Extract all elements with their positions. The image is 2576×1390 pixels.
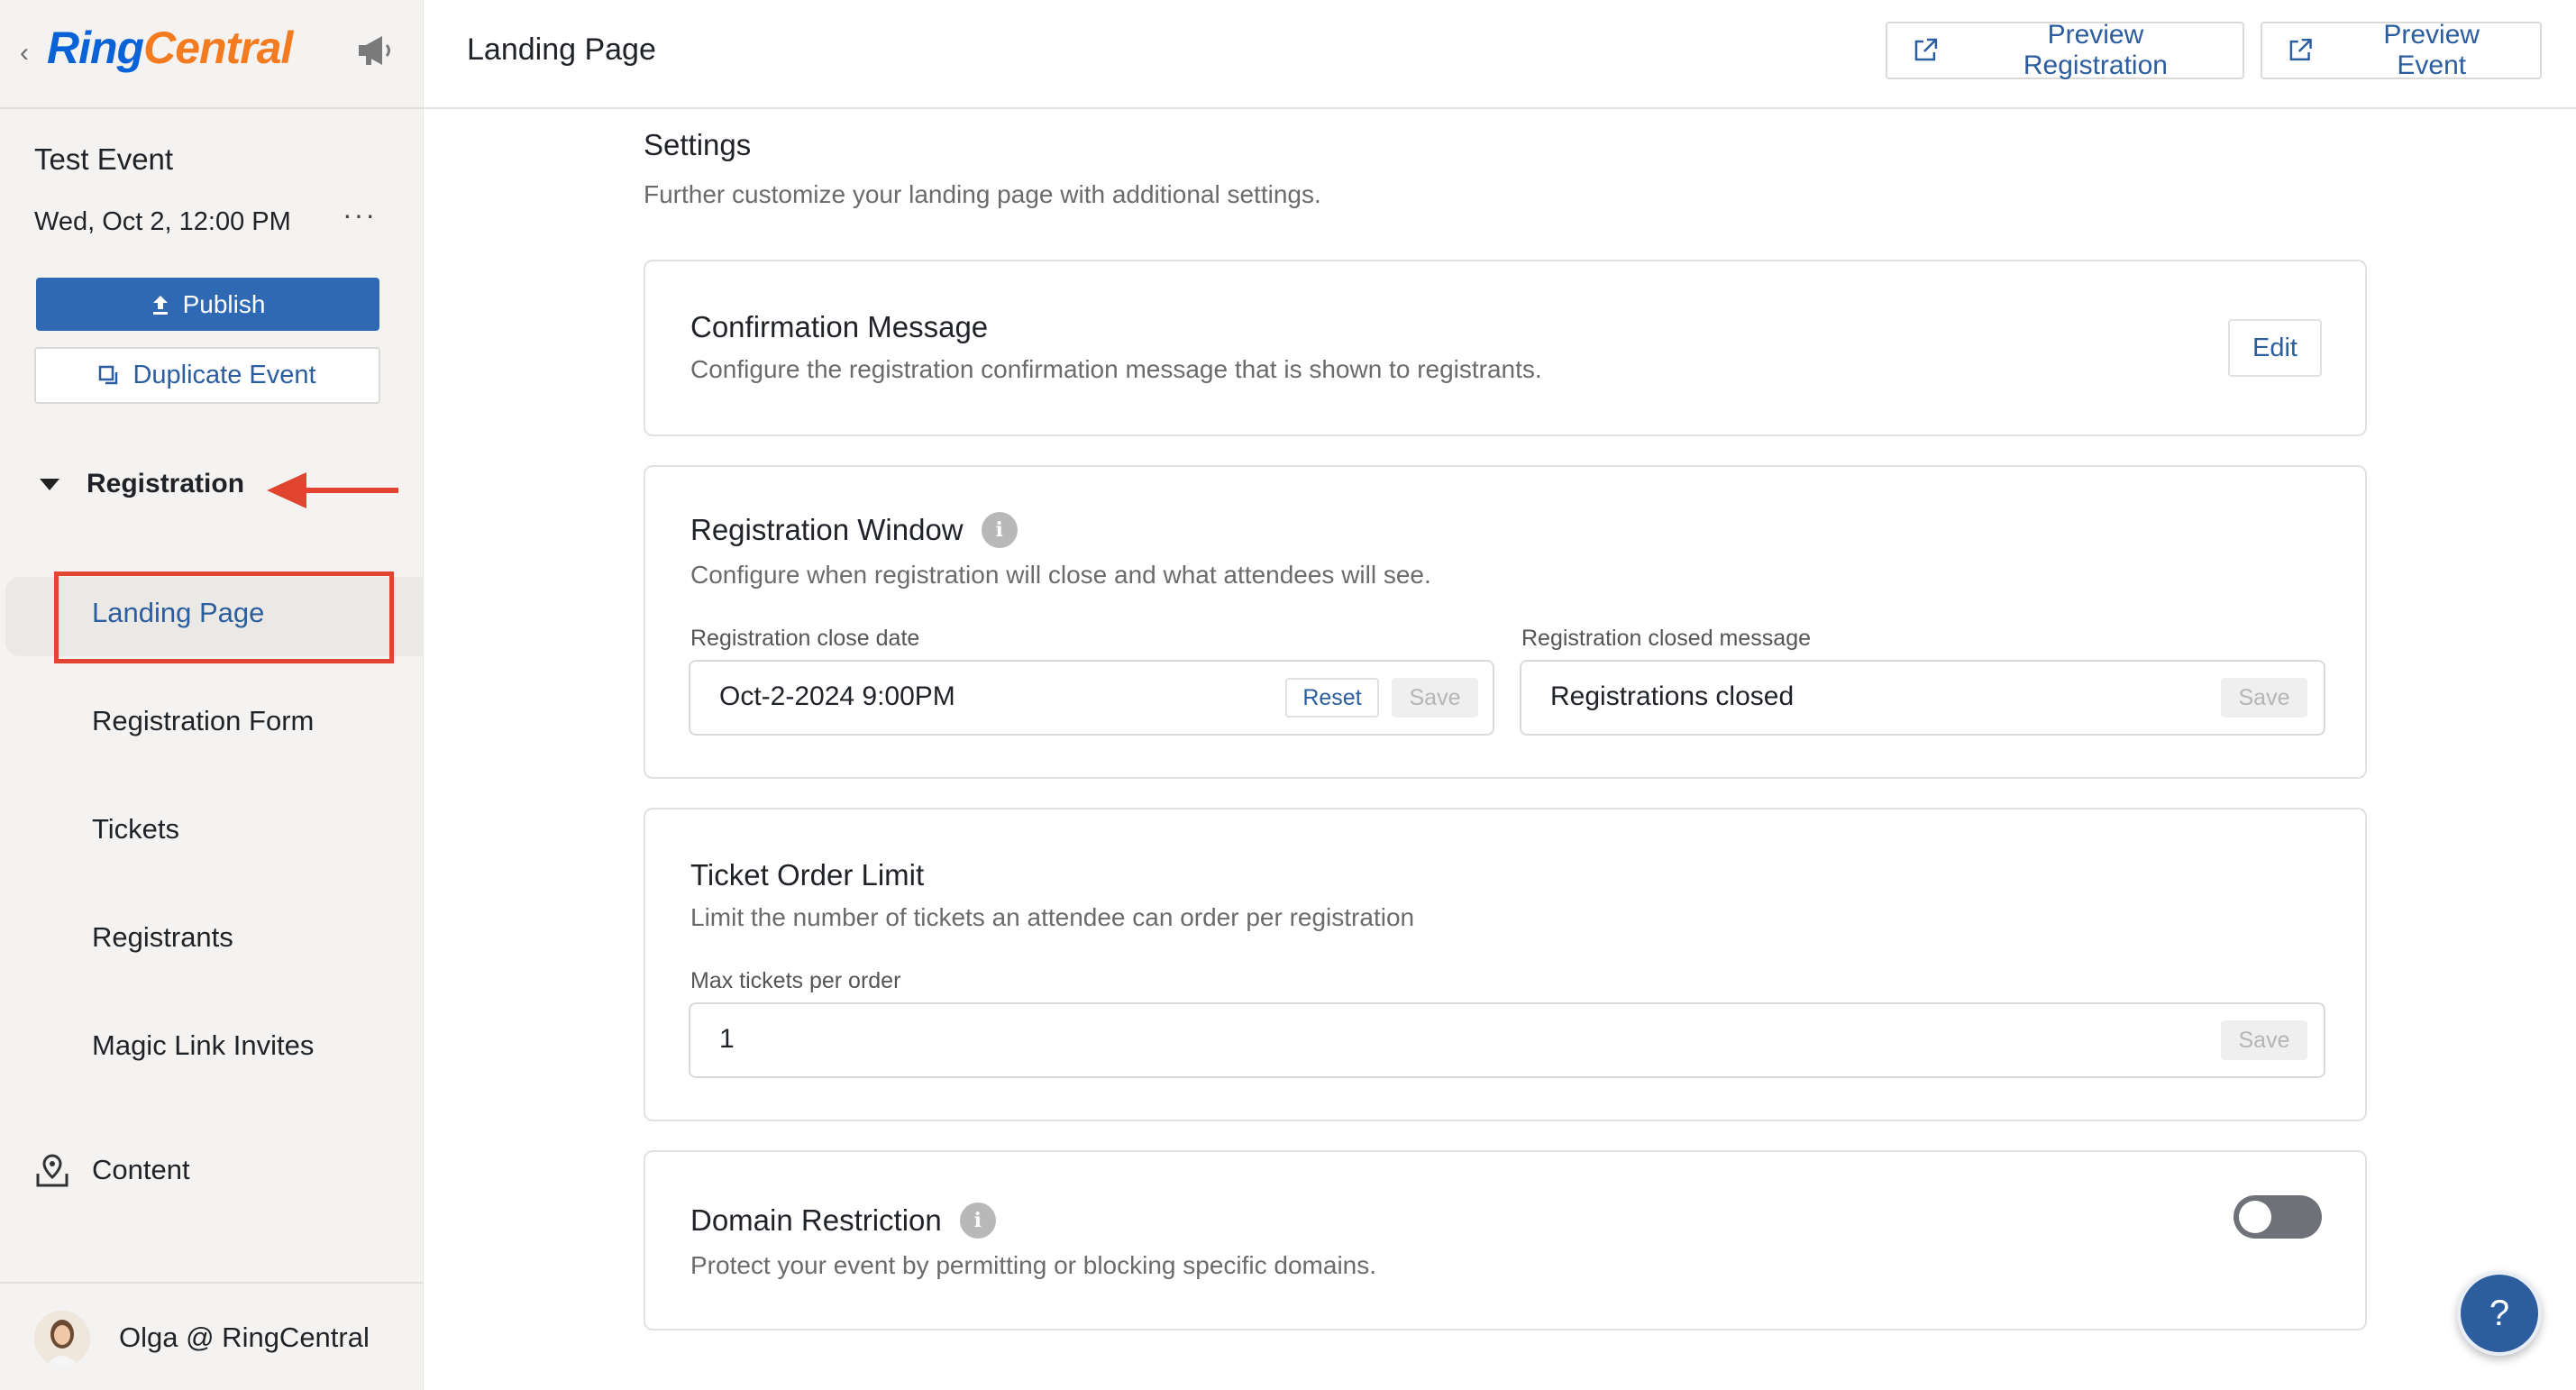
edit-button[interactable]: Edit <box>2228 319 2322 377</box>
card-title: Confirmation Message <box>690 310 989 343</box>
copy-icon <box>99 365 118 384</box>
duplicate-event-button[interactable]: Duplicate Event <box>34 347 380 404</box>
closed-message-label: Registration closed message <box>1521 626 1811 651</box>
map-pin-icon[interactable] <box>34 1152 70 1188</box>
sidebar-item-content[interactable]: Content <box>92 1154 190 1186</box>
settings-heading: Settings <box>644 128 752 161</box>
sidebar-item-landing-page[interactable]: Landing Page <box>92 597 264 629</box>
preview-event-button[interactable]: Preview Event <box>2261 20 2542 80</box>
sidebar-header: ‹ RingCentral <box>0 0 424 109</box>
info-icon[interactable]: i <box>981 512 1018 548</box>
more-options-icon[interactable]: ··· <box>343 198 377 232</box>
sidebar-item-magic-link-invites[interactable]: Magic Link Invites <box>92 1029 314 1062</box>
sidebar-item-tickets[interactable]: Tickets <box>92 813 179 846</box>
ringcentral-logo[interactable]: RingCentral <box>47 22 293 74</box>
registration-section-label: Registration <box>87 469 245 498</box>
closed-message-field[interactable]: Registrations closed Save <box>1520 660 2325 736</box>
upload-icon <box>152 295 168 315</box>
sidebar-item-registrants[interactable]: Registrants <box>92 921 233 954</box>
card-description: Configure when registration will close a… <box>690 561 1431 589</box>
external-link-icon <box>2289 38 2312 61</box>
sidebar-item-registration-form[interactable]: Registration Form <box>92 705 314 737</box>
external-link-icon <box>1914 38 1938 61</box>
card-title: Ticket Order Limit <box>690 858 925 892</box>
divider <box>0 1282 424 1284</box>
megaphone-icon[interactable] <box>355 32 397 69</box>
confirmation-message-card: Confirmation Message Configure the regis… <box>644 260 2367 436</box>
help-button[interactable]: ? <box>2457 1271 2542 1356</box>
settings-subtitle: Further customize your landing page with… <box>644 180 1321 208</box>
event-date: Wed, Oct 2, 12:00 PM <box>34 207 291 236</box>
preview-event-label: Preview Event <box>2383 20 2480 80</box>
close-date-field[interactable]: Oct-2-2024 9:00PM Reset Save <box>689 660 1494 736</box>
registration-window-card: Registration Window i Configure when reg… <box>644 465 2367 779</box>
card-description: Configure the registration confirmation … <box>690 355 1542 383</box>
save-button[interactable]: Save <box>2221 678 2307 718</box>
domain-restriction-toggle[interactable] <box>2233 1195 2322 1239</box>
close-date-value: Oct-2-2024 9:00PM <box>719 681 955 711</box>
domain-restriction-card: Domain Restriction i Protect your event … <box>644 1150 2367 1331</box>
duplicate-label: Duplicate Event <box>132 361 316 389</box>
toggle-knob <box>2239 1201 2271 1233</box>
preview-registration-label: Preview Registration <box>2023 20 2168 80</box>
card-description: Protect your event by permitting or bloc… <box>690 1251 1377 1279</box>
publish-button[interactable]: Publish <box>36 278 379 331</box>
page-title: Landing Page <box>467 32 656 67</box>
reset-button[interactable]: Reset <box>1285 678 1379 718</box>
back-chevron-icon[interactable]: ‹ <box>20 38 29 69</box>
avatar[interactable] <box>34 1311 90 1367</box>
ticket-order-limit-card: Ticket Order Limit Limit the number of t… <box>644 808 2367 1121</box>
max-tickets-value: 1 <box>719 1024 735 1054</box>
annotation-arrow-icon <box>267 472 398 508</box>
card-description: Limit the number of tickets an attendee … <box>690 903 1415 931</box>
user-name[interactable]: Olga @ RingCentral <box>119 1321 370 1354</box>
closed-message-value: Registrations closed <box>1550 681 1795 711</box>
close-date-label: Registration close date <box>690 626 920 651</box>
card-title: Domain Restriction i <box>690 1203 996 1239</box>
max-tickets-label: Max tickets per order <box>690 968 901 993</box>
caret-down-icon <box>40 478 59 490</box>
info-icon[interactable]: i <box>959 1203 996 1239</box>
save-button[interactable]: Save <box>1392 678 1478 718</box>
top-header: Landing Page Preview Registration Previe… <box>424 0 2576 109</box>
sidebar: ‹ RingCentral Test Event Wed, Oct 2, 12:… <box>0 0 424 1390</box>
save-button[interactable]: Save <box>2221 1020 2307 1060</box>
preview-registration-button[interactable]: Preview Registration <box>1886 20 2244 80</box>
max-tickets-field[interactable]: 1 Save <box>689 1002 2325 1078</box>
card-title: Registration Window i <box>690 512 1018 548</box>
event-title: Test Event <box>34 142 174 176</box>
publish-label: Publish <box>182 289 266 318</box>
registration-section-toggle[interactable]: Registration <box>40 469 244 499</box>
